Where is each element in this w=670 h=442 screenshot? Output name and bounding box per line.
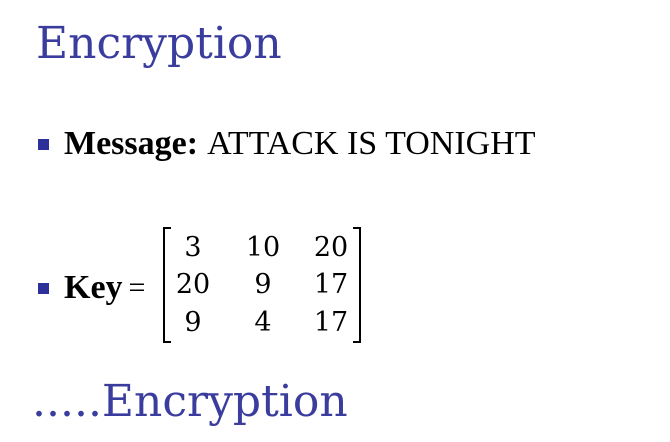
matrix-cell-r3-c2: 4 bbox=[254, 307, 272, 338]
matrix-cell-r1-c3: 20 bbox=[313, 232, 349, 263]
matrix-cell-r3-c1: 9 bbox=[184, 307, 202, 338]
slide-title: Encryption bbox=[36, 18, 282, 69]
continuation-title: .....Encryption bbox=[32, 376, 348, 427]
matrix-cell-r2-c1: 20 bbox=[175, 269, 211, 300]
matrix-cell-r3-c3: 17 bbox=[313, 307, 349, 338]
equals-sign: = bbox=[128, 271, 146, 304]
message-label: Message: bbox=[64, 125, 199, 162]
key-label: Key bbox=[64, 269, 123, 306]
key-matrix: 3 10 20 20 9 17 9 4 17 bbox=[163, 227, 361, 343]
message-bullet-item: Message: ATTACK IS TONIGHT bbox=[38, 122, 536, 166]
matrix-cell-r2-c2: 9 bbox=[254, 269, 272, 300]
matrix-cell-r1-c2: 10 bbox=[245, 232, 281, 263]
matrix-cell-r1-c1: 3 bbox=[184, 232, 202, 263]
square-bullet-icon bbox=[38, 138, 49, 150]
matrix-cell-r2-c3: 17 bbox=[313, 269, 349, 300]
message-value: ATTACK IS TONIGHT bbox=[207, 125, 536, 162]
key-bullet-item: Key = bbox=[38, 266, 145, 310]
square-bullet-icon bbox=[38, 282, 49, 294]
